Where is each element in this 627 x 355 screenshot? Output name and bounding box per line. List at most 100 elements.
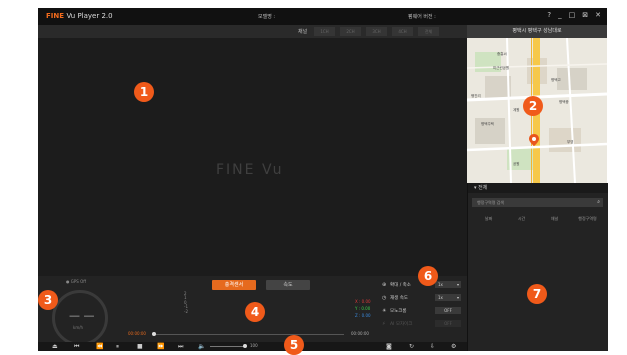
window-controls: ? _ □ ⊠ ✕ [547,11,601,19]
channel-1-button[interactable]: 1CH [314,27,335,36]
speed-select[interactable]: 1x ▾ [435,294,461,301]
zoom-value: 1x [438,282,443,287]
title-bar: FINE Vu Player 2.0 모델명 : 펌웨어 버전 : ? _ □ … [38,8,607,25]
region-search-input[interactable]: 행정구역명 검색 ⌕ [472,198,603,207]
current-time: 00:00:00 [128,331,146,336]
model-name-label: 모델명 : [258,14,276,20]
gps-status: ● GPS Off [66,279,86,284]
help-icon[interactable]: ? [547,11,551,19]
timeline-track[interactable] [154,334,344,335]
axis-readout: X : 0.00 Y : 0.00 Z : 0.00 [355,298,371,319]
minimize-icon[interactable]: _ [558,11,562,19]
map-label: 공원 [513,162,520,166]
brightness-icon: ☀ [382,307,387,314]
ai-mosaic-row: ⚡ AI 모자이크 [382,319,412,328]
speed-unit: km/h [73,325,84,330]
volume-value: 100 [250,343,258,348]
zoom-icon: ⊕ [382,281,387,288]
monochrome-label: 모노크롬 [390,308,407,314]
settings-gear-icon[interactable]: ⚙ [451,343,456,350]
previous-file-icon[interactable]: ⏮ [74,343,79,351]
map-label: 평택고 [551,78,561,82]
rotate-icon[interactable]: ↻ [409,343,414,350]
download-icon[interactable]: ⇩ [430,343,435,350]
callout-badge-6: 6 [418,266,438,286]
timeline-handle[interactable] [152,332,156,336]
brand-name: FINE [46,12,65,20]
playback-timeline[interactable]: 00:00:00 00:00:00 [126,330,374,340]
map-label: 평택주택 [481,122,494,126]
map-location-bar: 평택시 평택구 성남대로 [467,25,607,38]
playback-settings-panel: ⊕ 확대 / 축소 1x ▾ ◷ 재생 속도 1x ▾ ☀ 모노크롬 OFF ⚡ A… [374,276,467,342]
callout-badge-7: 7 [527,284,547,304]
chevron-down-icon: ▾ [456,282,459,287]
fullscreen-icon[interactable]: ⊠ [582,11,588,19]
channel-all-button[interactable]: 전체 [418,27,439,36]
ai-icon: ⚡ [382,320,386,327]
volume-handle[interactable] [243,344,247,348]
list-columns: 날짜 시간 채널 행정구역명 [472,216,604,222]
rewind-icon[interactable]: ⏪ [96,343,103,350]
map-label: 중흥씨 [497,52,507,56]
camera-icon[interactable]: ◙ [386,343,392,350]
callout-badge-2: 2 [523,96,543,116]
firmware-version-label: 펌웨어 버전 : [408,14,436,20]
video-watermark: FINE Vu [216,162,284,178]
tab-impact-sensor[interactable]: 충격센서 [212,280,256,290]
column-date[interactable]: 날짜 [472,216,505,222]
map-label: 행진리 [471,94,481,98]
callout-badge-5: 5 [284,335,304,355]
maximize-icon[interactable]: □ [569,11,576,19]
map-label: 부영 [567,140,574,144]
eject-icon[interactable]: ⏏ [52,343,58,350]
ai-mosaic-label: AI 모자이크 [390,321,413,327]
ai-mosaic-toggle[interactable]: OFF [435,320,461,327]
close-icon[interactable]: ✕ [595,11,601,19]
callout-badge-1: 1 [134,82,154,102]
app-logo: FINE Vu Player 2.0 [46,12,113,20]
zoom-select[interactable]: 1x ▾ [435,281,461,288]
callout-badge-3: 3 [38,290,58,310]
stop-icon[interactable]: ■ [137,343,143,350]
speed-gauge: — — km/h [52,290,108,346]
app-name: Vu Player 2.0 [66,12,113,20]
graph-scale: 2 1 0 -1 -2 [184,291,188,314]
callout-badge-4: 4 [245,302,265,322]
column-time[interactable]: 시간 [505,216,538,222]
next-file-icon[interactable]: ⏭ [178,343,183,351]
search-icon[interactable]: ⌕ [597,198,600,207]
playback-speed-icon: ◷ [382,294,387,301]
channel-2-button[interactable]: 2CH [340,27,361,36]
channel-toolbar: 채널 1CH 2CH 3CH 4CH 전체 [38,25,467,38]
channel-3-button[interactable]: 3CH [366,27,387,36]
channel-4-button[interactable]: 4CH [392,27,413,36]
gps-status-text: GPS Off [70,279,86,284]
column-region[interactable]: 행정구역명 [571,216,604,222]
map-label: 미근린공원 [493,66,510,70]
volume-icon[interactable]: 🔈 [198,343,205,350]
fast-forward-icon[interactable]: ⏩ [157,343,164,350]
speed-value: 1x [438,295,443,300]
scale-tick: -2 [184,308,188,314]
playback-control-bar: ⏏ ⏮ ⏪ ⏸ ■ ⏩ ⏭ 🔈 100 ◙ ↻ ⇩ ⚙ [38,342,467,351]
channel-label: 채널 [298,29,308,35]
map-label: 계원 [513,108,520,112]
list-header[interactable]: ▾ 전체 [468,183,608,193]
column-channel[interactable]: 채널 [538,216,571,222]
pause-icon[interactable]: ⏸ [116,343,119,351]
axis-z-value: Z : 0.00 [355,313,371,318]
event-list-panel: ▾ 전체 행정구역명 검색 ⌕ 날짜 시간 채널 행정구역명 [467,183,608,351]
zoom-label: 확대 / 축소 [390,282,411,288]
speed-row: ◷ 재생 속도 [382,293,408,302]
map-label: 평택중 [559,100,569,104]
video-viewport[interactable]: FINE Vu [38,38,467,276]
speed-label: 재생 속도 [390,295,408,301]
location-pin-icon [529,134,539,146]
total-time: 00:00:00 [351,331,369,336]
axis-y-value: Y : 0.00 [355,306,371,311]
volume-slider[interactable] [210,346,246,347]
chevron-down-icon: ▾ [456,295,459,300]
search-placeholder: 행정구역명 검색 [477,200,505,205]
tab-speed[interactable]: 속도 [266,280,310,290]
monochrome-toggle[interactable]: OFF [435,307,461,314]
